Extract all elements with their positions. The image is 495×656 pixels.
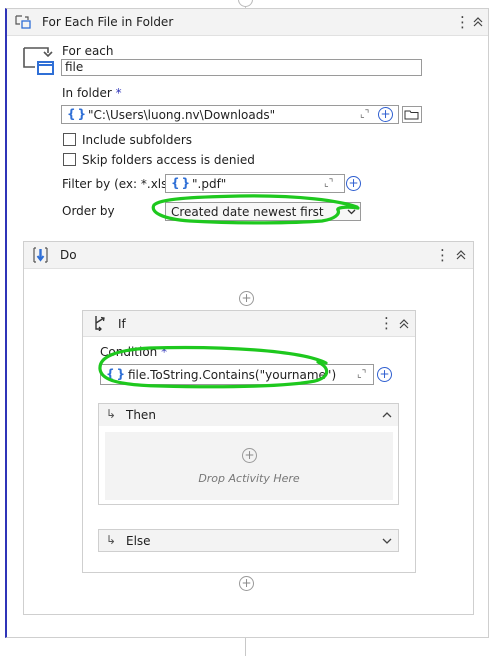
collapse-chevron-icon[interactable] (473, 17, 483, 27)
expression-icon: {} (171, 176, 193, 190)
expand-editor-icon[interactable]: ⌞⌝ (360, 109, 369, 120)
connector-line-bottom (245, 638, 246, 656)
for-each-file-activity[interactable]: For Each File in Folder ⋮ For each file … (5, 8, 489, 638)
do-sequence[interactable]: Do ⋮ + If ⋮ Condition * {} file.ToString… (23, 241, 474, 615)
then-header[interactable]: ↳ Then (99, 404, 398, 426)
folder-input[interactable]: {} "C:\Users\luong.nv\Downloads" ⌞⌝ + (61, 105, 399, 124)
if-title: If (118, 317, 126, 331)
chevron-up-icon[interactable] (382, 412, 392, 418)
drop-zone[interactable]: + Drop Activity Here (105, 432, 393, 500)
collapse-chevron-icon[interactable] (399, 319, 409, 329)
condition-text: Condition (100, 345, 158, 359)
drop-activity-text: Drop Activity Here (198, 472, 300, 485)
branch-arrow-icon: ↳ (106, 407, 117, 421)
branch-arrow-icon: ↳ (106, 533, 117, 547)
item-variable-input[interactable]: file (61, 59, 422, 76)
for-each-label: For each (62, 44, 114, 58)
more-options-icon[interactable]: ⋮ (455, 15, 470, 30)
folder-value: "C:\Users\luong.nv\Downloads" (88, 108, 276, 122)
browse-folder-icon[interactable] (402, 106, 422, 123)
item-variable-value: file (65, 60, 84, 74)
order-by-label: Order by (62, 204, 115, 218)
else-header[interactable]: ↳ Else (99, 530, 398, 551)
order-by-value: Created date newest first (171, 205, 324, 219)
then-label: Then (126, 408, 156, 422)
condition-value: file.ToString.Contains("yourname") (128, 368, 337, 382)
include-subfolders-label: Include subfolders (82, 133, 193, 147)
then-branch[interactable]: ↳ Then + Drop Activity Here (98, 403, 399, 505)
add-activity-icon[interactable]: + (239, 576, 254, 591)
if-icon (95, 316, 105, 331)
for-each-large-icon (23, 47, 54, 75)
skip-denied-checkbox[interactable] (63, 153, 76, 166)
include-subfolders-checkbox[interactable] (63, 133, 76, 146)
filter-label: Filter by (ex: *.xlsx) (62, 177, 180, 191)
chevron-down-icon[interactable] (382, 538, 392, 544)
else-label: Else (126, 534, 151, 548)
else-branch[interactable]: ↳ Else (98, 529, 399, 552)
expand-editor-icon[interactable]: ⌞⌝ (357, 369, 366, 380)
chevron-down-icon (347, 209, 356, 215)
condition-label: Condition * (100, 345, 167, 359)
expression-icon: {} (67, 107, 89, 121)
if-header[interactable]: If ⋮ (83, 311, 415, 337)
expand-editor-icon[interactable]: ⌞⌝ (324, 178, 333, 189)
more-options-icon[interactable]: ⋮ (379, 316, 394, 331)
condition-input[interactable]: {} file.ToString.Contains("yourname") ⌞⌝ (100, 364, 374, 385)
add-variable-icon[interactable]: + (346, 176, 361, 191)
add-activity-top-icon[interactable] (238, 0, 253, 7)
filter-input[interactable]: {} ".pdf" ⌞⌝ (165, 174, 345, 193)
collapse-chevron-icon[interactable] (456, 250, 466, 260)
add-activity-icon[interactable]: + (242, 448, 257, 463)
for-each-header[interactable]: For Each File in Folder ⋮ (7, 9, 488, 36)
required-mark: * (115, 86, 122, 100)
add-variable-icon[interactable]: + (378, 107, 393, 122)
required-mark: * (161, 345, 168, 359)
in-folder-text: In folder (62, 86, 112, 100)
expression-icon: {} (106, 367, 128, 381)
for-each-file-icon (15, 15, 31, 29)
activity-title: For Each File in Folder (42, 15, 174, 29)
if-activity[interactable]: If ⋮ Condition * {} file.ToString.Contai… (82, 310, 416, 573)
do-title: Do (60, 248, 77, 262)
in-folder-label: In folder * (62, 86, 122, 100)
do-header[interactable]: Do ⋮ (24, 242, 473, 269)
add-variable-icon[interactable]: + (377, 367, 392, 382)
add-activity-icon[interactable]: + (239, 291, 254, 306)
filter-value: ".pdf" (192, 177, 227, 191)
skip-denied-label: Skip folders access is denied (82, 153, 255, 167)
order-by-select[interactable]: Created date newest first (165, 202, 361, 221)
sequence-icon (33, 247, 48, 263)
more-options-icon[interactable]: ⋮ (435, 248, 450, 263)
